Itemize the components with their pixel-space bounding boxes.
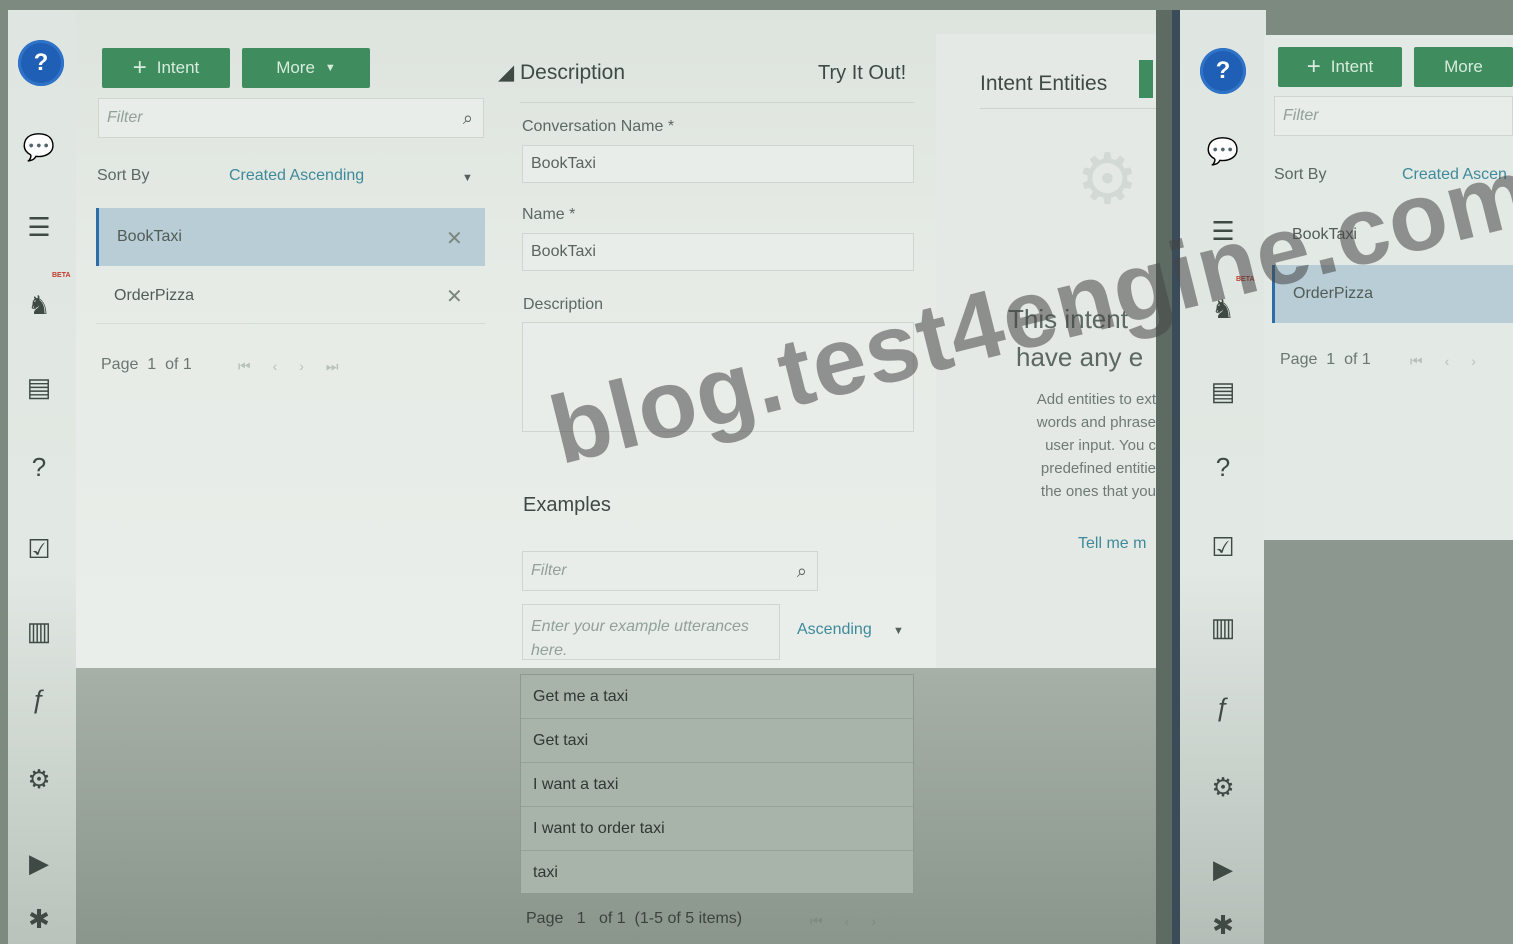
- intent-list-pager: Page 1 of 1: [1280, 351, 1371, 368]
- beta-badge: BETA: [52, 272, 71, 279]
- entity-gear-icon: ⚙: [1076, 140, 1139, 218]
- example-utterance-input[interactable]: Enter your example utterances here.: [522, 604, 780, 660]
- conversation-name-label: Conversation Name *: [522, 118, 675, 135]
- examples-sort-select[interactable]: Ascending: [797, 621, 872, 639]
- header-divider: [520, 102, 914, 103]
- resource-bundles-icon[interactable]: ▤: [22, 370, 56, 404]
- search-icon: ⌕: [796, 560, 807, 581]
- resource-bundles-icon[interactable]: ▤: [1206, 374, 1240, 408]
- list-item[interactable]: Get taxi: [521, 719, 913, 763]
- examples-pager-nav-icons[interactable]: ⏮‹›: [810, 913, 898, 930]
- examples-title: Examples: [523, 494, 611, 516]
- insights-chart-icon[interactable]: ▥: [1206, 610, 1240, 644]
- debug-bug-icon[interactable]: ✱: [22, 902, 56, 936]
- left-nav-rail: ? 💬 ☰ BETA ♞ ▤ ? ☑ ▥ ƒ ⚙ ▶ ✱: [8, 10, 76, 944]
- sort-caret-icon[interactable]: ▼: [462, 172, 473, 184]
- intent-filter-input[interactable]: Filter ⌕: [98, 98, 484, 138]
- intent-list-pager: Page 1 of 1: [101, 356, 192, 373]
- entities-help-text: Add entities to ext words and phrase use…: [1036, 391, 1156, 500]
- list-item[interactable]: taxi: [521, 851, 913, 895]
- plus-icon: +: [1306, 53, 1321, 80]
- settings-gear-icon[interactable]: ⚙: [22, 762, 56, 796]
- delete-intent-icon[interactable]: ✕: [446, 284, 463, 309]
- add-intent-button[interactable]: + Intent: [102, 48, 230, 88]
- settings-gear-icon[interactable]: ⚙: [1206, 770, 1240, 804]
- flows-icon[interactable]: ♞: [22, 288, 56, 322]
- screen-divider: [1156, 10, 1172, 944]
- description-section-title[interactable]: ◢ Description: [498, 60, 625, 85]
- list-item[interactable]: I want a taxi: [521, 763, 913, 807]
- delete-intent-icon[interactable]: ✕: [446, 226, 463, 251]
- conversation-name-input[interactable]: BookTaxi: [522, 145, 914, 183]
- intents-icon[interactable]: 💬: [1206, 134, 1240, 168]
- intent-filter-input[interactable]: Filter: [1274, 96, 1513, 136]
- bot-logo-icon[interactable]: ?: [18, 40, 64, 86]
- sort-by-label: Sort By: [97, 167, 150, 184]
- list-item[interactable]: Get me a taxi: [521, 675, 913, 719]
- screen-divider-edge: [1172, 10, 1180, 944]
- qna-icon[interactable]: ?: [22, 450, 56, 484]
- sort-by-select[interactable]: Created Ascending: [229, 167, 364, 185]
- name-input[interactable]: BookTaxi: [522, 233, 914, 271]
- tell-me-more-link[interactable]: Tell me m: [1078, 535, 1146, 553]
- tasks-icon[interactable]: ☑: [22, 532, 56, 566]
- right-nav-rail: ? 💬 ☰ BETA ♞ ▤ ? ☑ ▥ ƒ ⚙ ▶ ✱: [1180, 10, 1266, 944]
- right-lower-region: [1264, 540, 1513, 944]
- examples-pager: Page 1 of 1 (1-5 of 5 items): [526, 910, 743, 927]
- list-item[interactable]: I want to order taxi: [521, 807, 913, 851]
- play-icon[interactable]: ▶: [22, 846, 56, 880]
- functions-icon[interactable]: ƒ: [1206, 690, 1240, 724]
- debug-bug-icon[interactable]: ✱: [1206, 908, 1240, 942]
- entities-divider: [980, 108, 1156, 109]
- entities-icon[interactable]: ☰: [22, 210, 56, 244]
- intent-list-item[interactable]: OrderPizza: [96, 268, 485, 324]
- play-icon[interactable]: ▶: [1206, 852, 1240, 886]
- add-intent-button[interactable]: + Intent: [1278, 47, 1402, 87]
- bot-logo-icon[interactable]: ?: [1200, 48, 1246, 94]
- functions-icon[interactable]: ƒ: [22, 682, 56, 716]
- insights-chart-icon[interactable]: ▥: [22, 614, 56, 648]
- examples-sort-caret-icon[interactable]: ▼: [893, 625, 904, 637]
- intents-icon[interactable]: 💬: [22, 130, 56, 164]
- add-entity-button[interactable]: [1139, 60, 1153, 98]
- sort-by-label: Sort By: [1274, 166, 1327, 183]
- pager-nav-icons[interactable]: ⏮‹›: [1410, 353, 1510, 370]
- search-icon: ⌕: [462, 107, 473, 128]
- pager-nav-icons[interactable]: ⏮‹›⏭: [238, 358, 361, 375]
- plus-icon: +: [132, 54, 147, 81]
- try-it-out-link[interactable]: Try It Out!: [818, 62, 906, 85]
- description-label: Description: [523, 296, 604, 313]
- tasks-icon[interactable]: ☑: [1206, 530, 1240, 564]
- more-button[interactable]: More ▼: [242, 48, 370, 88]
- intent-list-item[interactable]: BookTaxi: [96, 208, 485, 266]
- qna-icon[interactable]: ?: [1206, 450, 1240, 484]
- examples-list: Get me a taxi Get taxi I want a taxi I w…: [520, 674, 914, 894]
- examples-filter-input[interactable]: Filter ⌕: [522, 551, 818, 591]
- more-button[interactable]: More: [1414, 47, 1513, 87]
- caret-down-icon: ▼: [324, 62, 336, 74]
- intent-entities-title: Intent Entities: [980, 72, 1108, 95]
- name-label: Name *: [522, 206, 576, 223]
